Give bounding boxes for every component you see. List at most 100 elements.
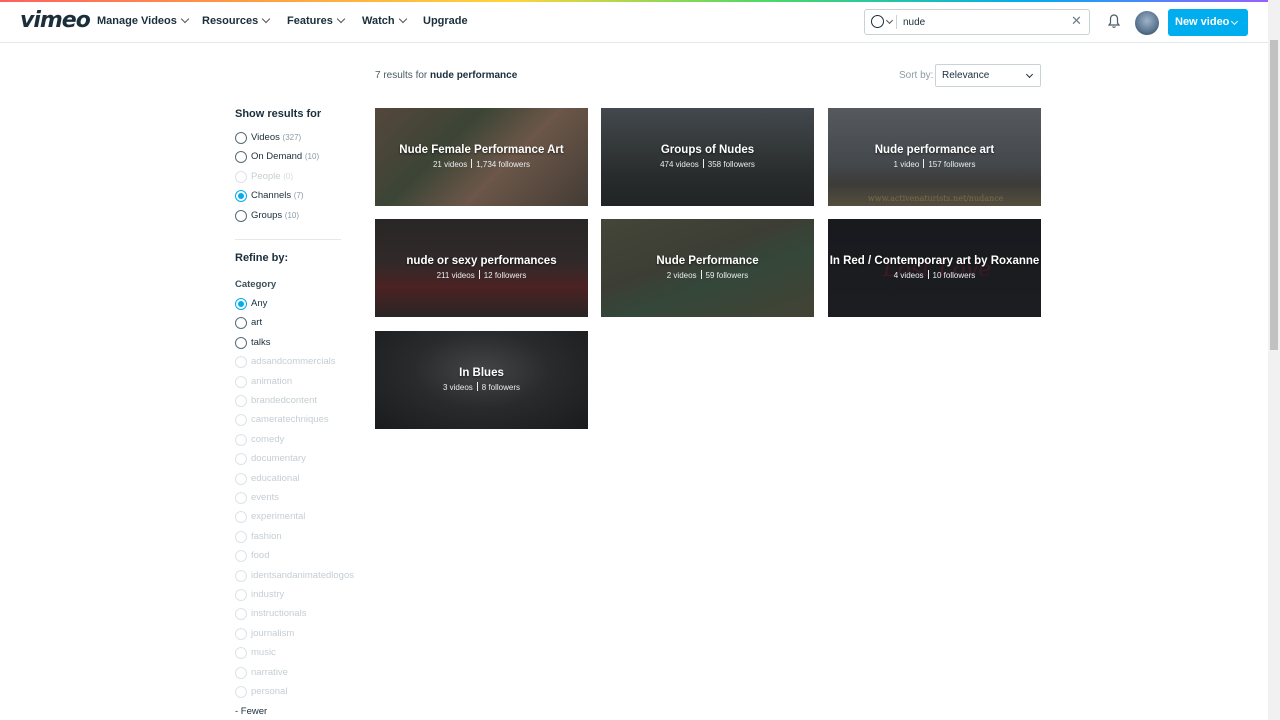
radio-label-text: Any xyxy=(251,298,268,309)
radio-label: comedy xyxy=(251,434,284,445)
radio-button xyxy=(235,492,247,504)
radio-label: animation xyxy=(251,376,292,387)
radio-label: Videos (327) xyxy=(251,132,301,143)
page-scrollbar[interactable] xyxy=(1268,0,1280,720)
radio-label-text: Groups xyxy=(251,209,283,221)
nav-resources[interactable]: Resources xyxy=(202,14,271,27)
meta-separator xyxy=(471,159,473,168)
radio-label-text: adsandcommercials xyxy=(251,356,336,368)
thumbnail-overlay xyxy=(828,219,1041,317)
top-navigation-bar: vimeo Manage Videos Resources Features W… xyxy=(0,2,1268,43)
radio-label: music xyxy=(251,647,276,658)
meta-separator xyxy=(702,159,704,168)
nav-manage-videos[interactable]: Manage Videos xyxy=(97,14,190,27)
radio-button[interactable] xyxy=(235,190,247,203)
nav-label: Watch xyxy=(362,15,395,27)
new-video-button[interactable]: New video xyxy=(1168,9,1248,36)
chevron-down-icon xyxy=(398,14,407,24)
radio-label-text: personal xyxy=(251,686,288,697)
sort-select[interactable]: Relevance xyxy=(935,64,1041,87)
channel-card[interactable]: Groups of Nudes 474 videos 358 followers xyxy=(601,108,814,206)
nav-features[interactable]: Features xyxy=(287,14,346,27)
chevron-down-icon[interactable] xyxy=(885,16,894,25)
radio-button xyxy=(235,453,247,466)
channel-title[interactable]: In Red / Contemporary art by Roxanne xyxy=(828,255,1041,267)
sort-value: Relevance xyxy=(942,70,990,81)
channel-card[interactable]: Lost Love In Red / Contemporary art by Ro… xyxy=(828,219,1041,317)
channel-video-count: 2 videos xyxy=(666,271,697,280)
radio-label-text: art xyxy=(251,317,263,329)
radio-button[interactable] xyxy=(235,298,247,310)
radio-button[interactable] xyxy=(235,317,247,330)
radio-label: Groups (10) xyxy=(251,210,299,221)
channel-title[interactable]: Nude Female Performance Art xyxy=(375,144,588,156)
new-video-label: New video xyxy=(1175,16,1230,28)
nav-upgrade[interactable]: Upgrade xyxy=(423,15,468,27)
channel-follower-count: 358 followers xyxy=(707,160,755,169)
channel-card[interactable]: Nude Female Performance Art 21 videos 1,73… xyxy=(375,108,588,206)
radio-button xyxy=(235,414,247,427)
radio-label: People (0) xyxy=(251,171,293,182)
search-input[interactable] xyxy=(903,13,1063,31)
radio-label-text: narrative xyxy=(251,666,288,678)
meta-separator xyxy=(923,159,925,168)
radio-button xyxy=(235,511,247,524)
close-icon[interactable]: ✕ xyxy=(1071,13,1082,29)
radio-label-text: comedy xyxy=(251,433,285,445)
category-heading: Category xyxy=(235,279,277,290)
results-summary: 7 results for nude performance xyxy=(375,70,517,81)
radio-label: talks xyxy=(251,337,271,348)
radio-label-text: instructionals xyxy=(251,608,307,620)
radio-label: fashion xyxy=(251,531,282,542)
channel-card[interactable]: www.activenaturists.net/nudance Nude perf… xyxy=(828,108,1041,206)
radio-label: art xyxy=(251,317,262,328)
radio-button xyxy=(235,170,247,183)
channel-video-count: 3 videos xyxy=(442,383,473,392)
channel-title[interactable]: In Blues xyxy=(375,367,588,379)
channel-card[interactable]: nude or sexy performances 211 videos 12 fo… xyxy=(375,219,588,317)
channel-meta: 21 videos 1,734 followers xyxy=(375,159,588,169)
channel-title[interactable]: nude or sexy performances xyxy=(375,255,588,267)
channel-meta: 3 videos 8 followers xyxy=(375,382,588,392)
bell-icon[interactable] xyxy=(1108,13,1120,29)
scrollbar-thumb[interactable] xyxy=(1270,40,1278,350)
nav-label: Upgrade xyxy=(423,15,468,27)
radio-label: On Demand (10) xyxy=(251,151,319,162)
radio-button xyxy=(235,589,247,601)
meta-separator xyxy=(927,270,929,279)
radio-label: personal xyxy=(251,686,287,697)
thumbnail-overlay xyxy=(375,108,588,206)
channel-card[interactable]: Nude Performance 2 videos 59 followers xyxy=(601,219,814,317)
channel-meta: 4 videos 10 followers xyxy=(828,270,1041,280)
thumbnail-overlay xyxy=(375,331,588,429)
radio-button[interactable] xyxy=(235,209,247,222)
chevron-down-icon xyxy=(336,14,346,24)
radio-button xyxy=(235,433,247,446)
nav-label: Manage Videos xyxy=(97,15,177,27)
thumbnail-overlay xyxy=(601,219,814,317)
radio-label-text: experimental xyxy=(251,511,306,523)
channel-follower-count: 10 followers xyxy=(932,271,976,280)
channel-title[interactable]: Groups of Nudes xyxy=(601,144,814,156)
radio-label-text: talks xyxy=(251,336,271,348)
channel-title[interactable]: Nude performance art xyxy=(828,144,1041,156)
radio-label: adsandcommercials xyxy=(251,356,335,367)
avatar[interactable] xyxy=(1135,11,1159,35)
globe-icon[interactable] xyxy=(871,15,884,28)
channel-meta: 474 videos 358 followers xyxy=(601,159,814,169)
radio-label: journalism xyxy=(251,628,294,639)
radio-label: instructionals xyxy=(251,608,306,619)
show-results-heading: Show results for xyxy=(235,108,322,120)
radio-button xyxy=(235,569,247,582)
radio-label: Any xyxy=(251,298,267,309)
thumbnail-overlay xyxy=(375,219,588,317)
nav-watch[interactable]: Watch xyxy=(362,14,407,27)
radio-label: Channels (7) xyxy=(251,190,304,201)
channel-title[interactable]: Nude Performance xyxy=(601,255,814,267)
radio-button[interactable] xyxy=(235,336,247,349)
fewer-link[interactable]: - Fewer xyxy=(235,706,267,717)
radio-button[interactable] xyxy=(235,132,247,144)
channel-card[interactable]: In Blues 3 videos 8 followers xyxy=(375,331,588,429)
vimeo-logo[interactable]: vimeo xyxy=(20,8,91,33)
radio-button[interactable] xyxy=(235,151,247,164)
